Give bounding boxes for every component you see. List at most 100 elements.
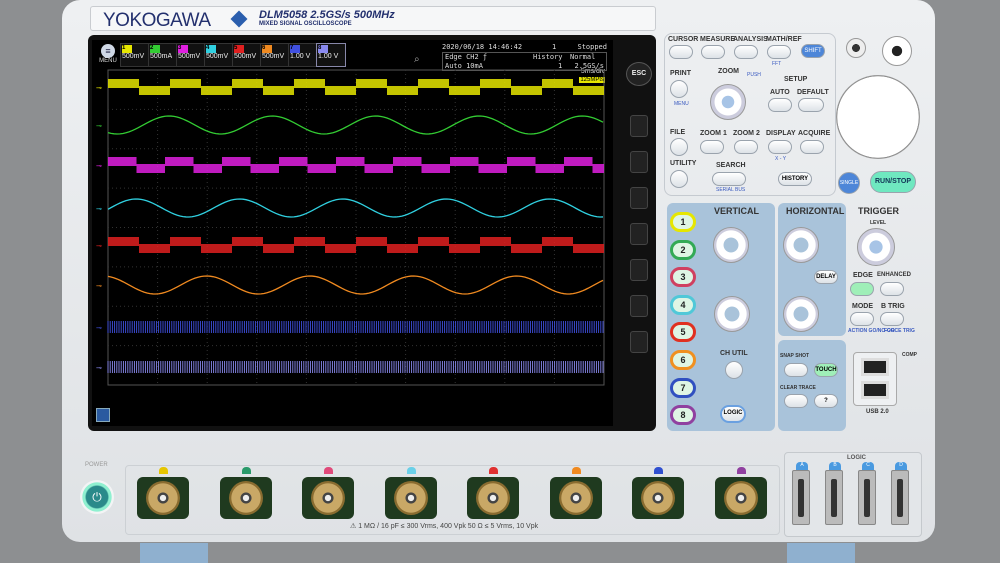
soft-key-5[interactable] [630, 259, 648, 281]
channel-4-button[interactable]: 4 [670, 294, 696, 315]
channel-3-button[interactable]: 3 [670, 267, 696, 288]
mathref-button[interactable] [767, 45, 791, 59]
zoom-knob[interactable] [710, 84, 746, 120]
channel-4-input-connector[interactable] [384, 477, 437, 519]
channel-5-trace-segment [449, 244, 480, 253]
edge-button[interactable] [850, 282, 874, 296]
jog-shuttle-knob[interactable] [836, 75, 920, 159]
channel-5-button[interactable]: 5 [670, 322, 696, 343]
set-button[interactable] [882, 36, 912, 66]
auto-button[interactable] [768, 98, 792, 112]
touch-icon[interactable] [96, 408, 110, 422]
channel-1-trace-segment [449, 86, 480, 95]
display-screen[interactable]: ≡ MENU 1 500mV 2 500mA 3 500mV 4 500mV 5 500mV 6 50… [92, 40, 613, 426]
logic-button[interactable]: LOGIC [720, 405, 746, 423]
channel-1-trace-segment [542, 79, 573, 88]
delay-button[interactable]: DELAY [814, 270, 838, 284]
channel-7-button[interactable]: 7 [670, 377, 696, 398]
logic-port-D[interactable] [891, 470, 909, 525]
channel-5-trace-segment [294, 237, 325, 246]
brand-strip: YOKOGAWA DLM5058 2.5GS/s 500MHz MIXED SI… [90, 6, 656, 31]
cursor-button[interactable] [669, 45, 693, 59]
bnc-icon [723, 481, 758, 515]
b-trig-button[interactable] [880, 312, 904, 326]
file-button[interactable] [670, 138, 688, 156]
input-spec: ⚠ 1 MΩ / 16 pF ≤ 300 Vrms, 400 Vpk 50 Ω … [350, 523, 539, 530]
zoom1-button[interactable] [700, 140, 724, 154]
xy-label: X - Y [775, 156, 787, 162]
soft-key-6[interactable] [630, 295, 648, 317]
usb-label: USB 2.0 [866, 409, 889, 415]
channel-marker: ⊸ [96, 206, 102, 213]
shift-button[interactable]: SHIFT [801, 44, 825, 58]
utility-button[interactable] [670, 170, 688, 188]
soft-key-2[interactable] [630, 151, 648, 173]
channel-3-input-connector[interactable] [302, 477, 354, 519]
soft-key-4[interactable] [630, 223, 648, 245]
channel-7-input-connector[interactable] [632, 477, 684, 519]
default-button[interactable] [798, 98, 824, 112]
bnc-icon [558, 481, 593, 515]
print-menu-label: MENU [674, 101, 689, 107]
channel-3-trace-segment [108, 157, 137, 166]
channel-5-trace-segment [356, 237, 387, 246]
power-button[interactable]: ⏻ [80, 480, 114, 514]
power-label: POWER [85, 462, 108, 468]
single-button[interactable]: SINGLE [838, 172, 860, 194]
trigger-level-knob[interactable] [857, 228, 895, 266]
logic-port-label: C [862, 462, 874, 470]
channel-8-button[interactable]: 8 [670, 405, 696, 426]
acquire-button[interactable] [800, 140, 824, 154]
channel-1-input-connector[interactable] [137, 477, 189, 519]
soft-key-7[interactable] [630, 331, 648, 353]
logic-port-C[interactable] [858, 470, 876, 525]
channel-6-input-connector[interactable] [549, 477, 602, 519]
measure-button[interactable] [701, 45, 725, 59]
channel-5-input-connector[interactable] [467, 477, 519, 519]
snapshot-button[interactable] [784, 363, 808, 377]
print-label: PRINT [670, 70, 691, 77]
horizontal-position-knob[interactable] [783, 227, 819, 263]
vertical-position-knob[interactable] [713, 227, 749, 263]
horizontal-scale-knob[interactable] [783, 296, 819, 332]
usb-port-2[interactable] [861, 381, 889, 399]
channel-8-input-connector[interactable] [714, 477, 767, 519]
esc-button[interactable]: ESC [626, 62, 652, 86]
channel-5-trace-segment [108, 237, 139, 246]
history-button[interactable]: HISTORY [778, 172, 812, 186]
logic-port-B[interactable] [825, 470, 843, 525]
select-knob[interactable] [846, 38, 866, 58]
zoom1-label: ZOOM 1 [700, 130, 727, 137]
channel-1-trace-segment [325, 86, 356, 95]
channel-3-trace-segment [478, 164, 507, 173]
soft-key-1[interactable] [630, 115, 648, 137]
channel-3-trace-segment [165, 157, 194, 166]
channel-3-trace-segment [421, 164, 450, 173]
channel-6-button[interactable]: 6 [670, 350, 696, 370]
channel-2-button[interactable]: 2 [670, 239, 696, 260]
help-button[interactable]: ? [814, 394, 838, 408]
enhanced-button[interactable] [880, 282, 904, 296]
zoom2-button[interactable] [734, 140, 758, 154]
channel-1-button[interactable]: 1 [670, 212, 696, 232]
ch-util-button[interactable] [725, 361, 743, 379]
channel-2-input-connector[interactable] [219, 477, 272, 519]
mode-button[interactable] [850, 312, 874, 326]
soft-key-3[interactable] [630, 187, 648, 209]
vertical-scale-knob[interactable] [714, 296, 750, 332]
display-button[interactable] [768, 140, 792, 154]
usb-port-1[interactable] [861, 358, 889, 376]
channel-5-color-tab [489, 467, 498, 474]
logic-port-A[interactable] [792, 470, 810, 525]
channel-5-trace-segment [511, 244, 542, 253]
channel-marker: ⊸ [96, 365, 102, 372]
channel-6-color-tab [571, 467, 581, 474]
touch-button[interactable]: TOUCH [814, 363, 838, 377]
analysis-button[interactable] [734, 45, 758, 59]
print-button[interactable] [670, 80, 688, 98]
channel-5-trace-segment [418, 237, 449, 246]
clear-trace-button[interactable] [784, 394, 808, 408]
run-stop-button[interactable]: RUN/STOP [870, 171, 916, 193]
channel-1-trace-segment [480, 79, 511, 88]
search-button[interactable] [712, 172, 746, 186]
